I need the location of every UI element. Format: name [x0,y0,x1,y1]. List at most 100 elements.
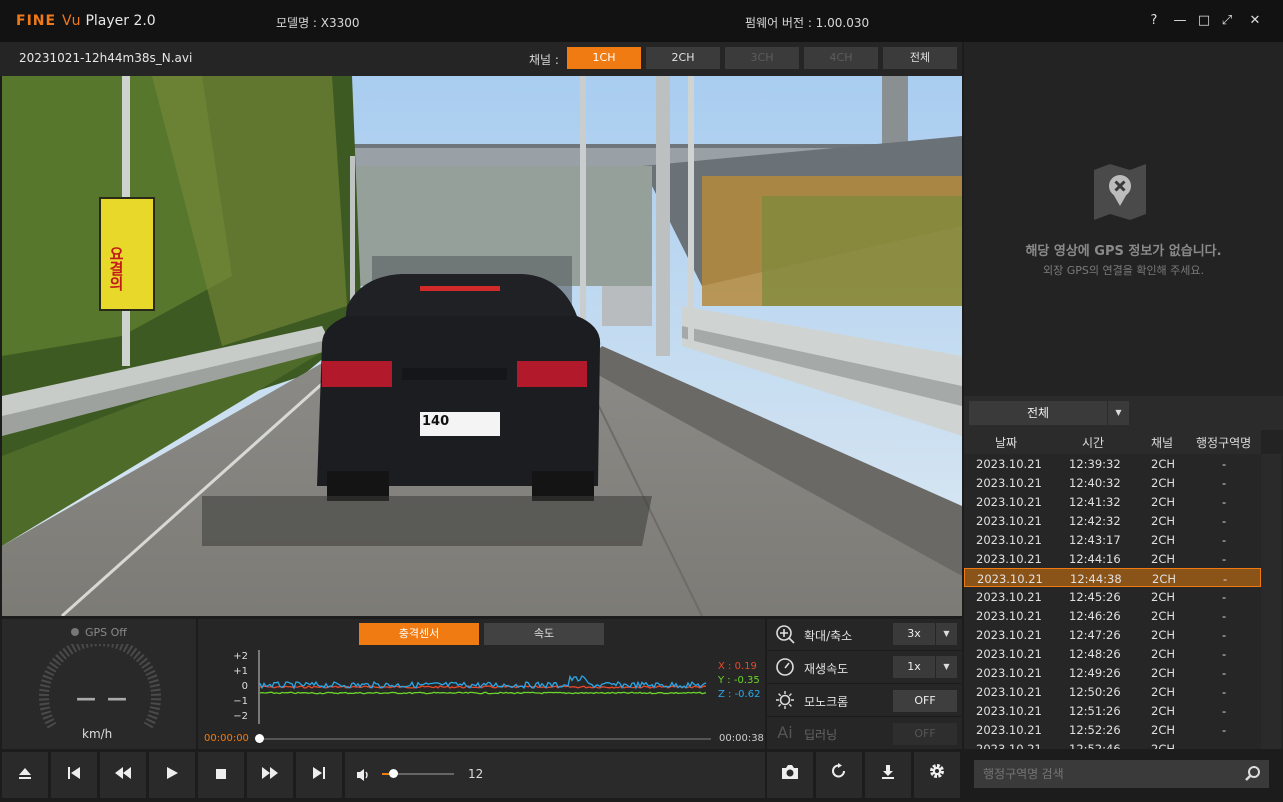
row-channel: 2CH [1151,704,1175,718]
chevron-down-icon[interactable]: ▼ [935,623,957,645]
row-region: - [1222,647,1227,661]
row-date: 2023.10.21 [976,495,1042,509]
table-row[interactable]: 2023.10.21 12:44:16 2CH - [964,549,1261,568]
playback-speed-label: 재생속도 [804,662,849,676]
fast-forward-icon [262,767,278,779]
no-gps-subtitle: 외장 GPS의 연결을 확인해 주세요. [1042,264,1205,277]
fullscreen-icon[interactable]: ⤢ [1217,11,1237,31]
table-row[interactable]: 2023.10.21 12:46:26 2CH - [964,606,1261,625]
y-tick: −2 [233,711,248,722]
playback-speed-select[interactable]: 1x [893,656,935,678]
seek-bar[interactable] [259,738,711,740]
title-bar [0,0,1283,42]
event-list[interactable]: 2023.10.21 12:39:32 2CH - 2023.10.21 12:40:32… [964,454,1261,749]
channel-label: 채널 : [529,53,559,67]
row-date: 2023.10.21 [976,514,1042,528]
play-icon [167,767,178,779]
maximize-icon[interactable]: □ [1194,11,1214,31]
volume-handle[interactable] [389,769,398,778]
table-row[interactable]: 2023.10.21 12:40:32 2CH - [964,473,1261,492]
current-time: 00:00:00 [204,733,249,744]
tab-impact-sensor[interactable]: 충격센서 [359,623,479,645]
fast-forward-button[interactable] [247,752,293,798]
row-date: 2023.10.21 [976,533,1042,547]
video-frame[interactable]: 140 요결의 [2,76,962,616]
table-row[interactable]: 2023.10.21 12:52:26 2CH - [964,720,1261,739]
row-time: 12:47:26 [1069,628,1121,642]
no-map-icon [1090,162,1150,222]
col-time[interactable]: 시간 [1082,434,1104,451]
deep-learning-label: 딥러닝 [804,728,838,742]
camera-icon [782,765,798,779]
table-row[interactable]: 2023.10.21 12:44:38 2CH - [964,568,1261,587]
row-channel: 2CH [1151,552,1175,566]
table-row[interactable]: 2023.10.21 12:45:26 2CH - [964,587,1261,606]
table-row[interactable]: 2023.10.21 12:41:32 2CH - [964,492,1261,511]
table-row[interactable]: 2023.10.21 12:43:17 2CH - [964,530,1261,549]
trace-z [259,674,707,690]
rewind-button[interactable] [100,752,146,798]
skip-back-icon [68,767,80,779]
col-date[interactable]: 날짜 [995,434,1017,451]
channel-all-button[interactable]: 전체 [883,47,957,69]
table-row[interactable]: 2023.10.21 12:51:26 2CH - [964,701,1261,720]
event-filter-select[interactable]: 전체 [969,401,1107,425]
channel-1ch-button[interactable]: 1CH [567,47,641,69]
row-channel: 2CH [1151,476,1175,490]
gps-status-dot [71,628,79,636]
chevron-down-icon[interactable]: ▼ [1107,401,1129,425]
eject-button[interactable] [2,752,48,798]
speaker-icon[interactable] [356,767,372,783]
table-row[interactable]: 2023.10.21 12:42:32 2CH - [964,511,1261,530]
row-time: 12:46:26 [1069,609,1121,623]
row-time: 12:50:26 [1069,685,1121,699]
minimize-icon[interactable]: — [1170,11,1190,31]
gear-icon [930,764,944,778]
channel-2ch-button[interactable]: 2CH [646,47,720,69]
rotate-button[interactable] [816,752,862,798]
chevron-down-icon[interactable]: ▼ [935,656,957,678]
row-channel: 2CH [1151,457,1175,471]
search-icon[interactable] [1244,765,1262,783]
table-row[interactable]: 2023.10.21 12:49:26 2CH - [964,663,1261,682]
col-channel[interactable]: 채널 [1151,434,1173,451]
x-axis-value: X : 0.19 [718,661,757,672]
download-button[interactable] [865,752,911,798]
row-region: - [1222,514,1227,528]
next-file-button[interactable] [296,752,342,798]
monochrome-toggle[interactable]: OFF [893,690,957,712]
col-region[interactable]: 행정구역명 [1196,434,1251,451]
table-row[interactable]: 2023.10.21 12:39:32 2CH - [964,454,1261,473]
monochrome-label: 모노크롬 [804,695,849,709]
y-tick: +2 [233,651,248,662]
total-time: 00:00:38 [719,733,764,744]
license-plate: 140 [422,414,450,429]
z-axis-value: Z : -0.62 [718,689,761,700]
settings-button[interactable] [914,752,960,798]
row-region: - [1222,476,1227,490]
stop-button[interactable] [198,752,244,798]
table-row[interactable]: 2023.10.21 12:48:26 2CH - [964,644,1261,663]
table-row[interactable]: 2023.10.21 12:50:26 2CH - [964,682,1261,701]
row-time: 12:43:17 [1069,533,1121,547]
stop-icon [216,769,226,779]
row-date: 2023.10.21 [976,457,1042,471]
help-icon[interactable]: ? [1144,11,1164,31]
tab-speed[interactable]: 속도 [484,623,604,645]
previous-file-button[interactable] [51,752,97,798]
row-time: 12:49:26 [1069,666,1121,680]
capture-button[interactable] [767,752,813,798]
row-date: 2023.10.21 [976,742,1042,749]
row-region: - [1222,590,1227,604]
table-row[interactable]: 2023.10.21 12:52:46 2CH - [964,739,1261,749]
event-list-scrollbar[interactable] [1261,454,1281,749]
row-date: 2023.10.21 [976,590,1042,604]
close-icon[interactable]: ✕ [1245,11,1265,31]
zoom-select[interactable]: 3x [893,623,935,645]
event-list-header: 날짜 시간 채널 행정구역명 [964,430,1261,454]
region-search-input[interactable] [974,760,1269,788]
play-button[interactable] [149,752,195,798]
table-row[interactable]: 2023.10.21 12:47:26 2CH - [964,625,1261,644]
row-region: - [1222,628,1227,642]
seek-handle[interactable] [255,734,264,743]
